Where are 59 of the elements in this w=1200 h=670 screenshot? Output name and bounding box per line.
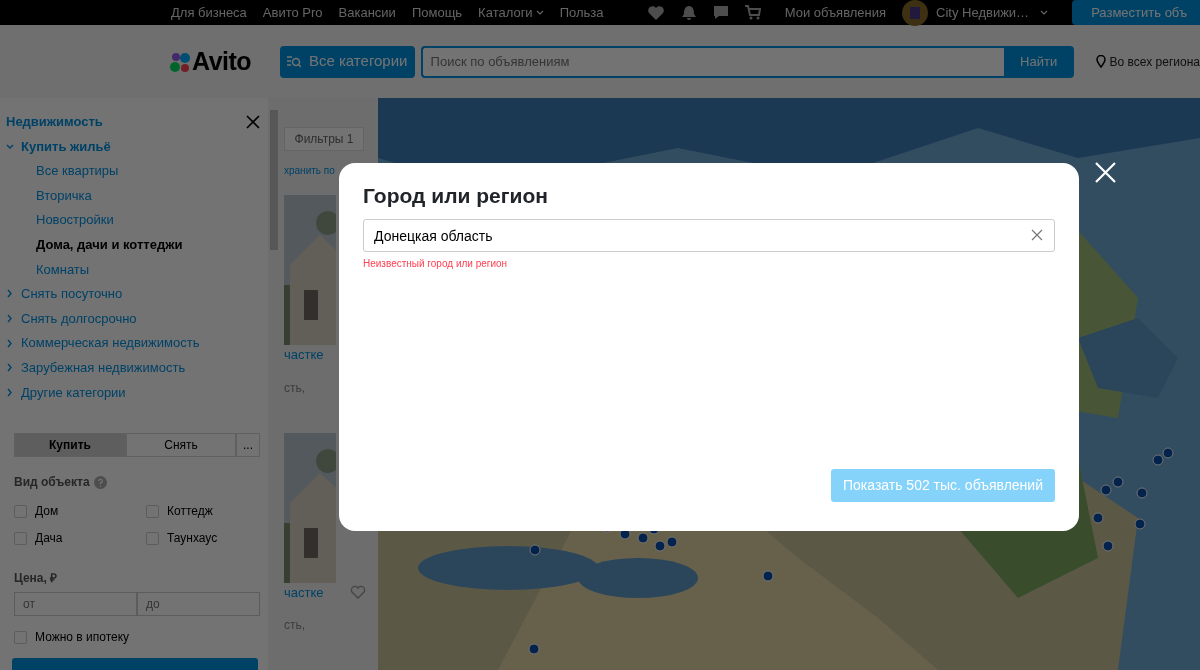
clear-icon[interactable] bbox=[1031, 229, 1043, 242]
close-icon[interactable] bbox=[246, 115, 260, 129]
post-ad-button[interactable]: Разместить объ bbox=[1072, 0, 1200, 25]
logo: Avito bbox=[192, 45, 252, 77]
subcategory-link[interactable]: Новостройки bbox=[6, 208, 260, 233]
caret-icon[interactable] bbox=[535, 10, 544, 15]
nav-link[interactable]: Авито Pro bbox=[262, 2, 323, 23]
deal-tab[interactable]: Купить bbox=[14, 433, 126, 458]
location-pin-icon bbox=[1095, 55, 1106, 68]
category-link[interactable]: Снять посуточно bbox=[21, 282, 123, 307]
save-search-link[interactable]: хранить по bbox=[284, 163, 335, 178]
subcategory-link[interactable]: Вторичка bbox=[6, 183, 260, 209]
subcategory-link[interactable]: Все квартиры bbox=[6, 159, 260, 184]
checkbox-label: Дача bbox=[35, 530, 63, 548]
cart-icon[interactable] bbox=[744, 5, 761, 20]
nav-link[interactable]: Польза bbox=[559, 2, 604, 23]
region-link[interactable]: Во всех региона bbox=[1109, 52, 1200, 71]
search-field[interactable]: Поиск по объявлениям bbox=[420, 45, 1004, 78]
caret-icon[interactable] bbox=[1040, 10, 1049, 15]
nav-link[interactable]: Вакансии bbox=[338, 2, 396, 23]
city-input-field[interactable]: Донецкая область bbox=[363, 219, 1055, 253]
nav-link[interactable]: Для бизнеса bbox=[171, 2, 247, 23]
subcategory-link[interactable]: Дома, дачи и коттеджи bbox=[6, 232, 260, 258]
listing-title[interactable]: частке bbox=[284, 345, 324, 365]
error-message: Неизвестный город или регион bbox=[363, 257, 509, 272]
category-link[interactable]: Купить жильё bbox=[21, 134, 111, 160]
filters-button[interactable]: Фильтры 1 bbox=[284, 127, 364, 151]
catalog-dropdown[interactable]: Каталоги bbox=[478, 2, 533, 23]
category-link[interactable]: Коммерческая недвижимость bbox=[21, 331, 200, 356]
subcategory-link[interactable]: Комнаты bbox=[6, 257, 260, 283]
category-title[interactable]: Недвижимость bbox=[6, 110, 103, 135]
category-link[interactable]: Снять долгосрочно bbox=[21, 306, 137, 332]
listing-title[interactable]: частке bbox=[284, 582, 324, 602]
search-button[interactable]: Найти bbox=[1003, 45, 1074, 78]
nav-link[interactable]: Помощь bbox=[411, 2, 463, 23]
chat-icon[interactable] bbox=[712, 5, 729, 20]
bell-icon[interactable] bbox=[680, 4, 697, 21]
checkbox-label: Дом bbox=[35, 503, 59, 521]
field-label: Цена, ₽ bbox=[14, 570, 59, 588]
categories-button[interactable]: Все категории bbox=[279, 45, 415, 78]
my-ads-link[interactable]: Мои объявления bbox=[784, 2, 887, 23]
help-icon[interactable] bbox=[93, 475, 107, 489]
deal-tab[interactable]: Снять bbox=[126, 433, 236, 458]
heart-icon[interactable] bbox=[646, 4, 665, 21]
field-label: Вид объекта bbox=[14, 474, 90, 492]
price-to-field[interactable]: до bbox=[137, 592, 260, 617]
checkbox-label: Можно в ипотеку bbox=[35, 629, 130, 647]
checkbox-label: Таунхаус bbox=[167, 530, 218, 548]
deal-tab[interactable]: ... bbox=[236, 433, 260, 458]
modal-title: Город или регион bbox=[363, 183, 549, 209]
category-link[interactable]: Зарубежная недвижимость bbox=[21, 355, 186, 381]
search-icon bbox=[286, 55, 301, 68]
avatar[interactable] bbox=[902, 0, 929, 26]
user-menu[interactable]: City Недвижи… bbox=[936, 2, 1030, 23]
checkbox-label: Коттедж bbox=[167, 503, 213, 521]
logo-icon bbox=[170, 50, 192, 73]
category-link[interactable]: Другие категории bbox=[21, 380, 126, 406]
heart-icon[interactable] bbox=[350, 585, 366, 600]
price-from-field[interactable]: от bbox=[14, 592, 137, 617]
